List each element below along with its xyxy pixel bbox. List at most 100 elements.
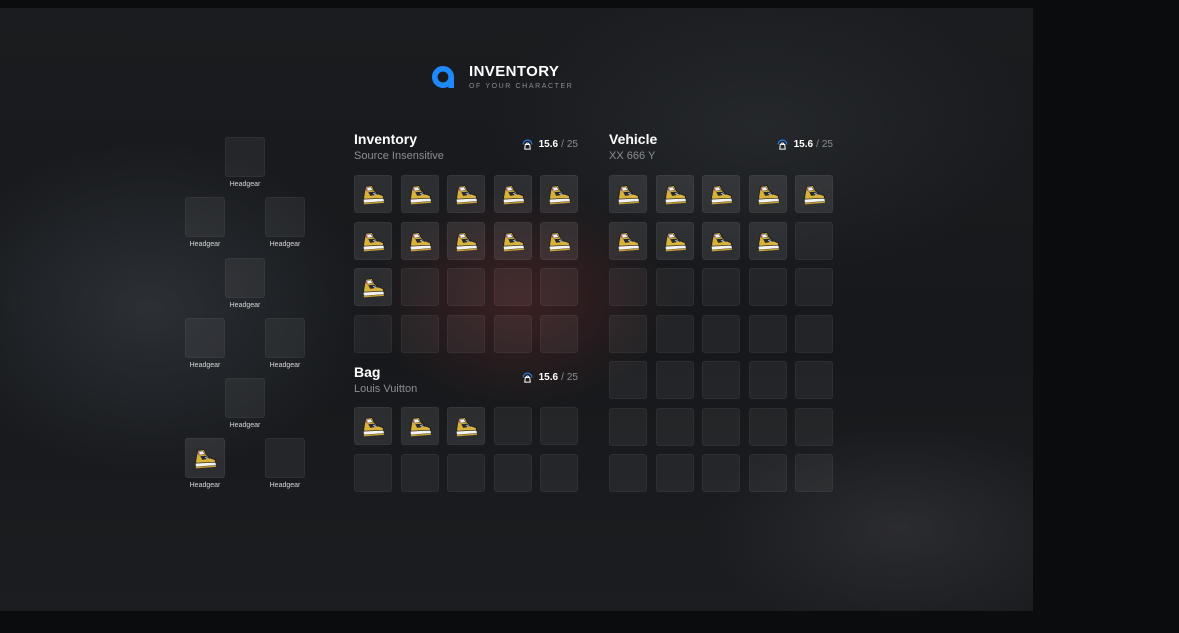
- empty-slot[interactable]: [702, 268, 740, 306]
- equipment-slot-label: Headgear: [229, 422, 261, 429]
- empty-slot[interactable]: [655, 407, 694, 446]
- equipment-slot-headgear: Headgear: [215, 258, 275, 310]
- item-slot[interactable]: [609, 221, 647, 260]
- item-slot[interactable]: [354, 175, 392, 213]
- equipment-slot-label: Headgear: [269, 241, 301, 248]
- sneaker-icon: [455, 231, 478, 251]
- sneaker-icon: [409, 231, 432, 251]
- sneaker-icon: [194, 449, 217, 469]
- item-slot[interactable]: [447, 407, 485, 445]
- equipment-slot-headgear: Headgear: [255, 318, 315, 370]
- equipment-slot-headgear: Headgear: [175, 197, 235, 249]
- equipment-item-slot[interactable]: [185, 438, 225, 478]
- empty-slot[interactable]: [655, 268, 694, 306]
- equipment-empty-slot[interactable]: [225, 378, 265, 418]
- equipment-empty-slot[interactable]: [265, 318, 305, 358]
- sneaker-icon: [409, 185, 432, 205]
- sneaker-icon: [455, 417, 478, 437]
- empty-slot[interactable]: [795, 268, 833, 306]
- item-slot[interactable]: [493, 221, 532, 260]
- equipment-slot-headgear: Headgear: [255, 197, 315, 249]
- item-slot[interactable]: [354, 221, 392, 260]
- bag-grid: [354, 407, 578, 492]
- empty-slot[interactable]: [655, 361, 694, 399]
- empty-slot[interactable]: [795, 407, 833, 446]
- empty-slot[interactable]: [702, 361, 740, 399]
- inventory-grid: [354, 175, 578, 353]
- empty-slot[interactable]: [400, 268, 439, 306]
- empty-slot[interactable]: [400, 453, 439, 492]
- equipment-empty-slot[interactable]: [185, 318, 225, 358]
- empty-slot[interactable]: [354, 314, 392, 353]
- empty-slot[interactable]: [702, 454, 740, 492]
- item-slot[interactable]: [354, 407, 392, 445]
- item-slot[interactable]: [655, 221, 694, 260]
- equipment-slot-headgear: Headgear: [215, 378, 275, 430]
- equipment-slot-label: Headgear: [189, 241, 221, 248]
- empty-slot[interactable]: [609, 361, 647, 399]
- item-slot[interactable]: [354, 268, 392, 306]
- empty-slot[interactable]: [447, 453, 485, 492]
- sneaker-icon: [548, 185, 571, 205]
- item-slot[interactable]: [655, 175, 694, 213]
- weight-separator: /: [561, 372, 564, 383]
- empty-slot[interactable]: [540, 268, 578, 306]
- empty-slot[interactable]: [795, 454, 833, 492]
- empty-slot[interactable]: [609, 314, 647, 353]
- empty-slot[interactable]: [493, 268, 532, 306]
- empty-slot[interactable]: [748, 314, 787, 353]
- item-slot[interactable]: [493, 175, 532, 213]
- item-slot[interactable]: [702, 175, 740, 213]
- empty-slot[interactable]: [795, 361, 833, 399]
- empty-slot[interactable]: [702, 314, 740, 353]
- empty-slot[interactable]: [493, 453, 532, 492]
- sneaker-icon: [803, 185, 826, 205]
- item-slot[interactable]: [702, 221, 740, 260]
- empty-slot[interactable]: [493, 314, 532, 353]
- equipment-empty-slot[interactable]: [265, 438, 305, 478]
- item-slot[interactable]: [400, 175, 439, 213]
- empty-slot[interactable]: [447, 268, 485, 306]
- equipment-empty-slot[interactable]: [185, 197, 225, 237]
- empty-slot[interactable]: [748, 361, 787, 399]
- inventory-subtitle: Source Insensitive: [354, 150, 444, 162]
- item-slot[interactable]: [540, 221, 578, 260]
- equipment-empty-slot[interactable]: [225, 137, 265, 177]
- equipment-slot-label: Headgear: [269, 482, 301, 489]
- bag-weight: 15.6 / 25: [522, 372, 578, 383]
- empty-slot[interactable]: [540, 453, 578, 492]
- empty-slot[interactable]: [748, 454, 787, 492]
- empty-slot[interactable]: [609, 454, 647, 492]
- sneaker-icon: [502, 231, 525, 251]
- item-slot[interactable]: [540, 175, 578, 213]
- empty-slot[interactable]: [400, 314, 439, 353]
- empty-slot[interactable]: [493, 407, 532, 445]
- empty-slot[interactable]: [748, 407, 787, 446]
- empty-slot[interactable]: [609, 268, 647, 306]
- item-slot[interactable]: [447, 175, 485, 213]
- weight-max: 25: [566, 372, 578, 383]
- empty-slot[interactable]: [748, 268, 787, 306]
- empty-slot[interactable]: [795, 314, 833, 353]
- item-slot[interactable]: [400, 407, 439, 445]
- item-slot[interactable]: [447, 221, 485, 260]
- empty-slot[interactable]: [655, 454, 694, 492]
- item-slot[interactable]: [748, 175, 787, 213]
- weight-separator: /: [561, 139, 564, 150]
- item-slot[interactable]: [400, 221, 439, 260]
- empty-slot[interactable]: [795, 221, 833, 260]
- item-slot[interactable]: [748, 221, 787, 260]
- empty-slot[interactable]: [354, 453, 392, 492]
- empty-slot[interactable]: [609, 407, 647, 446]
- empty-slot[interactable]: [540, 314, 578, 353]
- equipment-empty-slot[interactable]: [225, 258, 265, 298]
- empty-slot[interactable]: [540, 407, 578, 445]
- empty-slot[interactable]: [655, 314, 694, 353]
- sneaker-icon: [757, 185, 780, 205]
- empty-slot[interactable]: [702, 407, 740, 446]
- equipment-empty-slot[interactable]: [265, 197, 305, 237]
- equipment-slot-label: Headgear: [229, 181, 261, 188]
- empty-slot[interactable]: [447, 314, 485, 353]
- item-slot[interactable]: [795, 175, 833, 213]
- item-slot[interactable]: [609, 175, 647, 213]
